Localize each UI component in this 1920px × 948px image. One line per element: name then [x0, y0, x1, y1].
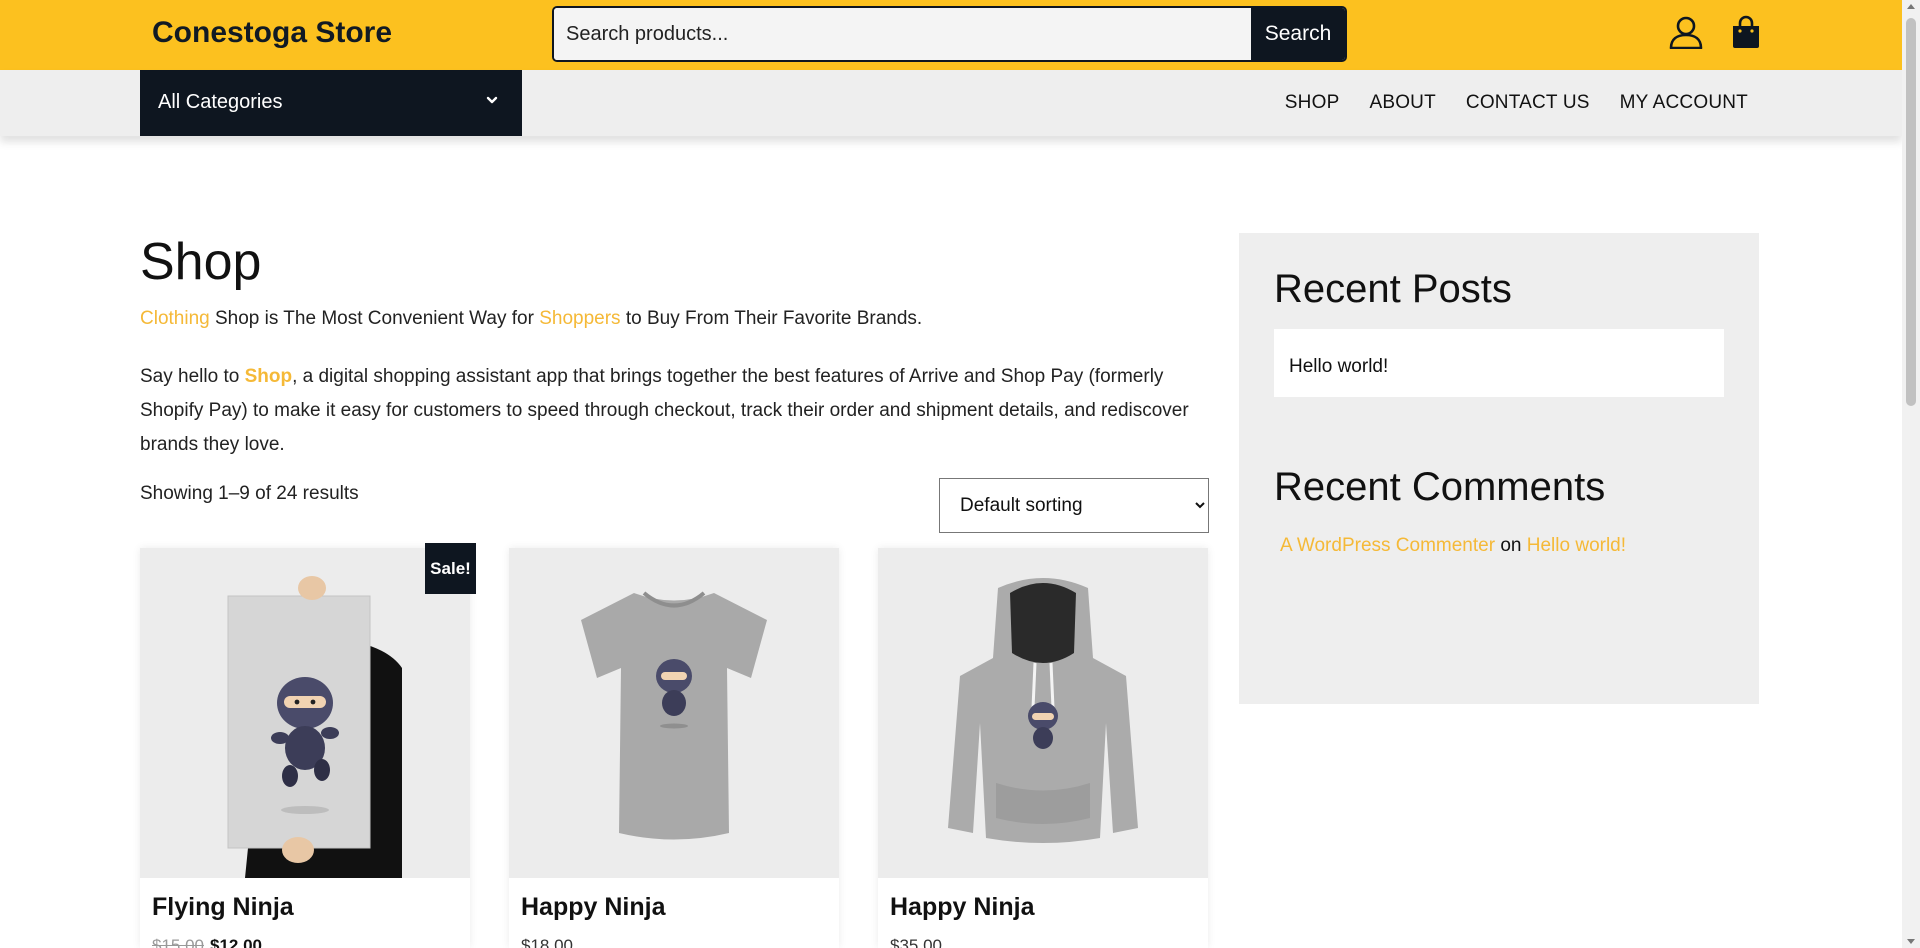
user-icon[interactable]	[1669, 15, 1703, 49]
top-header: Conestoga Store Search	[0, 0, 1902, 70]
product-image-happy-ninja-tshirt[interactable]	[509, 548, 839, 878]
recent-comments-title: Recent Comments	[1274, 465, 1606, 509]
result-count: Showing 1–9 of 24 results	[140, 483, 359, 504]
shop-description: Say hello to Shop, a digital shopping as…	[140, 360, 1210, 462]
intro-text-2: to Buy From Their Favorite Brands.	[620, 308, 923, 329]
comment-author-link[interactable]: A WordPress Commenter	[1280, 535, 1495, 556]
search-button[interactable]: Search	[1251, 8, 1345, 60]
desc-text-2: , a digital shopping assistant app that …	[140, 366, 1189, 455]
nav-link-about[interactable]: ABOUT	[1369, 92, 1435, 114]
comment-on-text: on	[1500, 535, 1522, 556]
recent-comment: A WordPress Commenter on Hello world!	[1280, 535, 1626, 557]
sale-price: $12.00	[210, 936, 262, 948]
recent-post-link[interactable]: Hello world!	[1289, 356, 1388, 377]
old-price: $15.00	[152, 936, 204, 948]
product-card[interactable]: Happy Ninja $35.00	[878, 548, 1208, 948]
nav-link-shop[interactable]: SHOP	[1285, 92, 1340, 114]
scroll-up-arrow-icon[interactable]	[1907, 4, 1915, 9]
product-card[interactable]: Happy Ninja $18.00	[509, 548, 839, 948]
sort-dropdown[interactable]: Default sorting	[939, 478, 1209, 533]
search-form: Search	[552, 6, 1347, 62]
clothing-link[interactable]: Clothing	[140, 308, 210, 329]
product-name[interactable]: Happy Ninja	[521, 893, 665, 922]
page-scrollbar[interactable]	[1902, 0, 1920, 948]
shopping-bag-icon[interactable]	[1730, 15, 1762, 49]
product-image-flying-ninja-poster[interactable]	[140, 548, 470, 878]
search-input[interactable]	[554, 8, 1251, 60]
desc-text-1: Say hello to	[140, 366, 245, 387]
product-card[interactable]: Flying Ninja $15.00 $12.00	[140, 548, 470, 948]
recent-posts-title: Recent Posts	[1274, 267, 1512, 311]
sidebar: Recent Posts Hello world! Recent Comment…	[1239, 233, 1759, 704]
nav-links: SHOP ABOUT CONTACT US MY ACCOUNT	[1285, 70, 1748, 136]
scroll-down-arrow-icon[interactable]	[1907, 939, 1915, 944]
chevron-down-icon	[486, 96, 498, 104]
product-image-happy-ninja-hoodie[interactable]	[878, 548, 1208, 878]
intro-text-1: Shop is The Most Convenient Way for	[209, 308, 540, 329]
scrollbar-thumb[interactable]	[1906, 18, 1916, 406]
category-dropdown[interactable]: All Categories	[140, 70, 522, 136]
category-dropdown-label: All Categories	[158, 91, 283, 113]
product-name[interactable]: Flying Ninja	[152, 893, 294, 922]
nav-link-contact-us[interactable]: CONTACT US	[1466, 92, 1590, 114]
product-price: $15.00 $12.00	[152, 936, 262, 948]
comment-post-link[interactable]: Hello world!	[1527, 535, 1626, 556]
nav-link-my-account[interactable]: MY ACCOUNT	[1620, 92, 1748, 114]
product-price: $35.00	[890, 936, 942, 948]
sale-badge: Sale!	[425, 543, 476, 594]
product-name[interactable]: Happy Ninja	[890, 893, 1034, 922]
product-price: $18.00	[521, 936, 573, 948]
site-logo[interactable]: Conestoga Store	[152, 16, 392, 50]
shop-intro: Clothing Shop is The Most Convenient Way…	[140, 308, 1210, 330]
shoppers-link[interactable]: Shoppers	[539, 308, 620, 329]
recent-posts-list: Hello world!	[1274, 329, 1724, 397]
page-title: Shop	[140, 233, 262, 291]
desc-shop-bold: Shop	[244, 366, 293, 387]
main-navigation-bar: All Categories SHOP ABOUT CONTACT US MY …	[0, 70, 1902, 136]
